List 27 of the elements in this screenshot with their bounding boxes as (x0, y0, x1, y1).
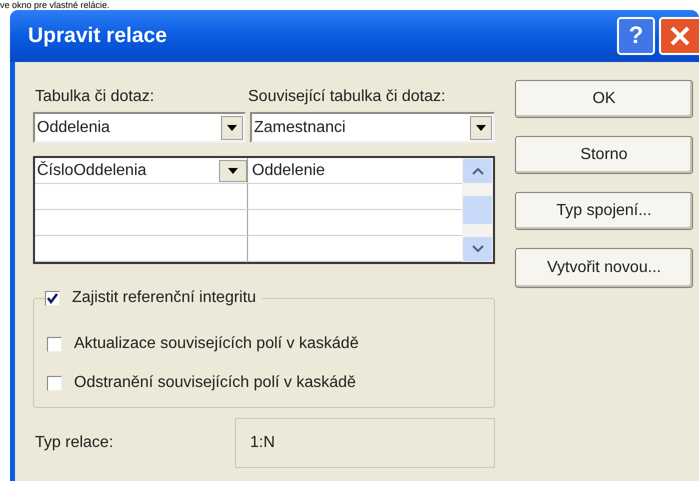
grid-cell-text: Oddelenie (251, 160, 326, 180)
window-title: Upravit relace (28, 23, 168, 50)
dialog-button[interactable]: Typ spojení... (515, 192, 693, 230)
checkbox[interactable] (47, 336, 62, 352)
scrollbar[interactable] (462, 158, 493, 262)
help-button[interactable]: ? (617, 17, 655, 55)
relation-type-field: 1:N (235, 418, 495, 468)
field-label: Tabulka či dotaz: (34, 87, 156, 107)
dropdown-field[interactable]: Oddelenia (33, 112, 246, 143)
caption-text: ve okno pre vlastné relácie. (0, 0, 110, 10)
field-label: Typ relace: (34, 433, 114, 453)
close-button[interactable] (659, 17, 699, 55)
grid-cell[interactable]: ČísloOddelenia (35, 158, 248, 183)
checkbox[interactable] (45, 290, 60, 306)
dialog-button[interactable]: OK (515, 80, 693, 118)
checkbox-label: Odstranění souvisejících polí v kaskádě (74, 373, 356, 393)
scroll-up-icon[interactable] (463, 159, 492, 183)
field-label: Související tabulka či dotaz: (248, 87, 446, 107)
dropdown-field[interactable]: Zamestnanci (250, 112, 495, 143)
scroll-down-icon[interactable] (463, 237, 492, 261)
checkbox-label: Aktualizace souvisejících polí v kaskádě (74, 334, 359, 354)
dialog-button[interactable]: Vytvořit novou... (515, 248, 693, 288)
close-icon[interactable] (668, 24, 692, 48)
scroll-thumb[interactable] (463, 196, 492, 224)
checkbox[interactable] (47, 376, 62, 390)
checkbox-label: Zajistit referenční integritu (72, 288, 256, 308)
dialog-button[interactable]: Storno (515, 136, 693, 174)
